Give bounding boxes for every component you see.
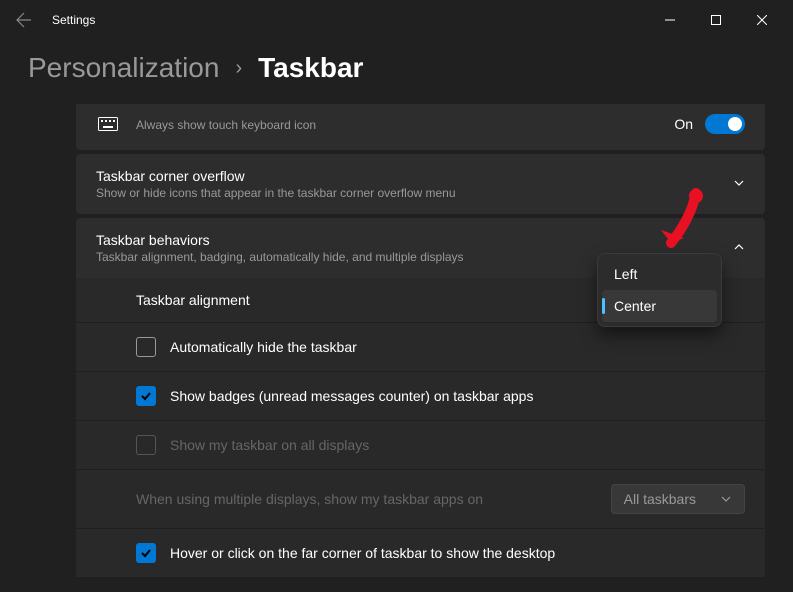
dropdown-value: All taskbars bbox=[624, 491, 696, 507]
popup-option-center[interactable]: Center bbox=[602, 290, 717, 322]
minimize-button[interactable] bbox=[647, 4, 693, 36]
sub-label: When using multiple displays, show my ta… bbox=[136, 491, 611, 507]
sub-label: Hover or click on the far corner of task… bbox=[170, 545, 745, 561]
popup-option-left[interactable]: Left bbox=[602, 258, 717, 290]
sub-multi-displays: When using multiple displays, show my ta… bbox=[76, 470, 765, 529]
setting-title: Taskbar corner overflow bbox=[96, 168, 733, 184]
chevron-up-icon bbox=[733, 240, 745, 256]
checkbox-checked[interactable] bbox=[136, 386, 156, 406]
checkbox[interactable] bbox=[136, 337, 156, 357]
titlebar: Settings bbox=[0, 0, 793, 40]
setting-title: Taskbar behaviors bbox=[96, 232, 733, 248]
setting-desc: Always show touch keyboard icon bbox=[136, 118, 674, 132]
chevron-down-icon bbox=[733, 176, 745, 192]
setting-desc: Show or hide icons that appear in the ta… bbox=[96, 186, 733, 200]
setting-touch-keyboard[interactable]: Always show touch keyboard icon On bbox=[76, 104, 765, 150]
sub-label: Automatically hide the taskbar bbox=[170, 339, 745, 355]
back-button[interactable] bbox=[8, 4, 40, 36]
dropdown-all-taskbars: All taskbars bbox=[611, 484, 745, 514]
sub-all-displays: Show my taskbar on all displays bbox=[76, 421, 765, 470]
alignment-dropdown-popup: Left Center bbox=[597, 253, 722, 327]
toggle-state-label: On bbox=[674, 116, 693, 132]
toggle-switch[interactable] bbox=[705, 114, 745, 134]
keyboard-icon bbox=[96, 112, 120, 136]
chevron-right-icon: › bbox=[235, 57, 242, 80]
sub-far-corner[interactable]: Hover or click on the far corner of task… bbox=[76, 529, 765, 577]
close-button[interactable] bbox=[739, 4, 785, 36]
breadcrumb: Personalization › Taskbar bbox=[0, 40, 793, 104]
checkbox-checked[interactable] bbox=[136, 543, 156, 563]
sub-label: Show my taskbar on all displays bbox=[170, 437, 745, 453]
setting-corner-overflow[interactable]: Taskbar corner overflow Show or hide ico… bbox=[76, 154, 765, 214]
chevron-down-icon bbox=[720, 493, 732, 505]
breadcrumb-parent[interactable]: Personalization bbox=[28, 52, 219, 84]
window-title: Settings bbox=[52, 13, 95, 27]
breadcrumb-current: Taskbar bbox=[258, 52, 363, 84]
sub-label: Show badges (unread messages counter) on… bbox=[170, 388, 745, 404]
maximize-button[interactable] bbox=[693, 4, 739, 36]
sub-auto-hide[interactable]: Automatically hide the taskbar bbox=[76, 323, 765, 372]
checkbox-disabled bbox=[136, 435, 156, 455]
sub-show-badges[interactable]: Show badges (unread messages counter) on… bbox=[76, 372, 765, 421]
